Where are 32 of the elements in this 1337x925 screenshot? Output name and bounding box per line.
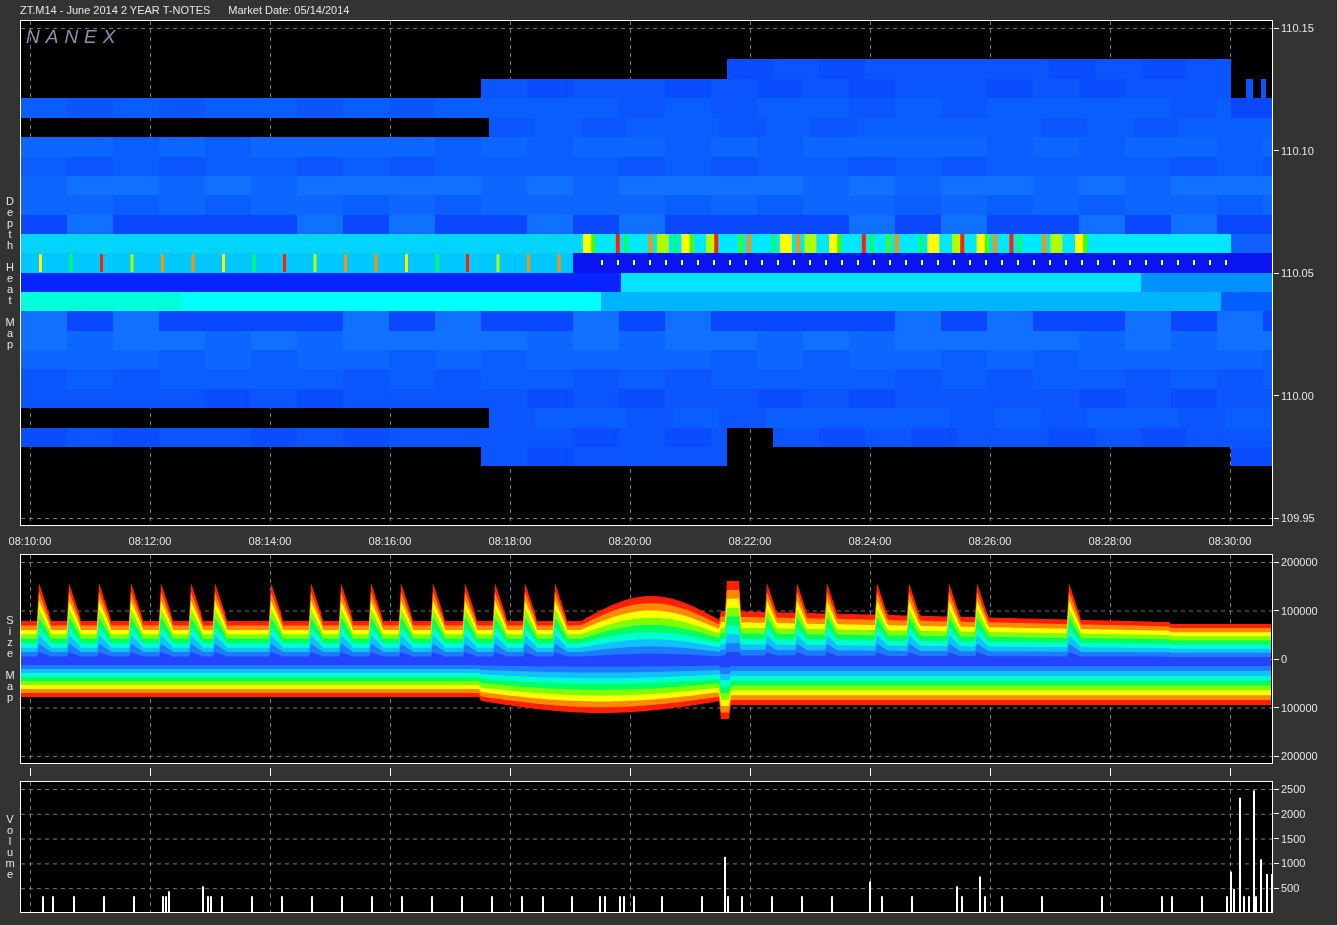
time-label: 08:24:00 (848, 535, 892, 547)
volume-label: 2000 (1274, 807, 1306, 820)
market-date: Market Date: 05/14/2014 (228, 4, 350, 16)
time-label: 08:28:00 (1088, 535, 1132, 547)
panel-title: Volume (4, 814, 16, 880)
size-label: 100000 (1274, 701, 1318, 714)
time-label: 08:30:00 (1208, 535, 1252, 547)
time-label: 08:22:00 (728, 535, 772, 547)
time-label: 08:26:00 (968, 535, 1012, 547)
volume-label: 2500 (1274, 783, 1306, 795)
price-label: 110.00 (1274, 389, 1314, 402)
panel-title: Depth Heat Map (4, 196, 16, 350)
logo: NANEX (26, 26, 122, 48)
price-label: 109.95 (1274, 512, 1315, 524)
time-label: 08:20:00 (608, 535, 652, 547)
volume-label: 500 (1274, 882, 1300, 895)
panel-title: Size Map (4, 615, 16, 703)
time-label: 08:10:00 (8, 535, 52, 547)
size-label: 200000 (1274, 556, 1318, 568)
size-label: 200000 (1274, 750, 1318, 762)
price-label: 110.15 (1274, 22, 1314, 34)
instrument-title: ZT.M14 - June 2014 2 YEAR T-NOTES (20, 4, 211, 16)
time-label: 08:12:00 (128, 535, 172, 547)
time-label: 08:16:00 (368, 535, 412, 547)
time-label: 08:18:00 (488, 535, 532, 547)
volume-label: 1000 (1274, 857, 1306, 870)
price-label: 110.10 (1274, 144, 1314, 157)
price-label: 110.05 (1274, 267, 1314, 279)
time-label: 08:14:00 (248, 535, 292, 547)
size-label: 0 (1274, 653, 1288, 665)
size-label: 100000 (1274, 604, 1318, 617)
volume-label: 1500 (1274, 832, 1306, 845)
